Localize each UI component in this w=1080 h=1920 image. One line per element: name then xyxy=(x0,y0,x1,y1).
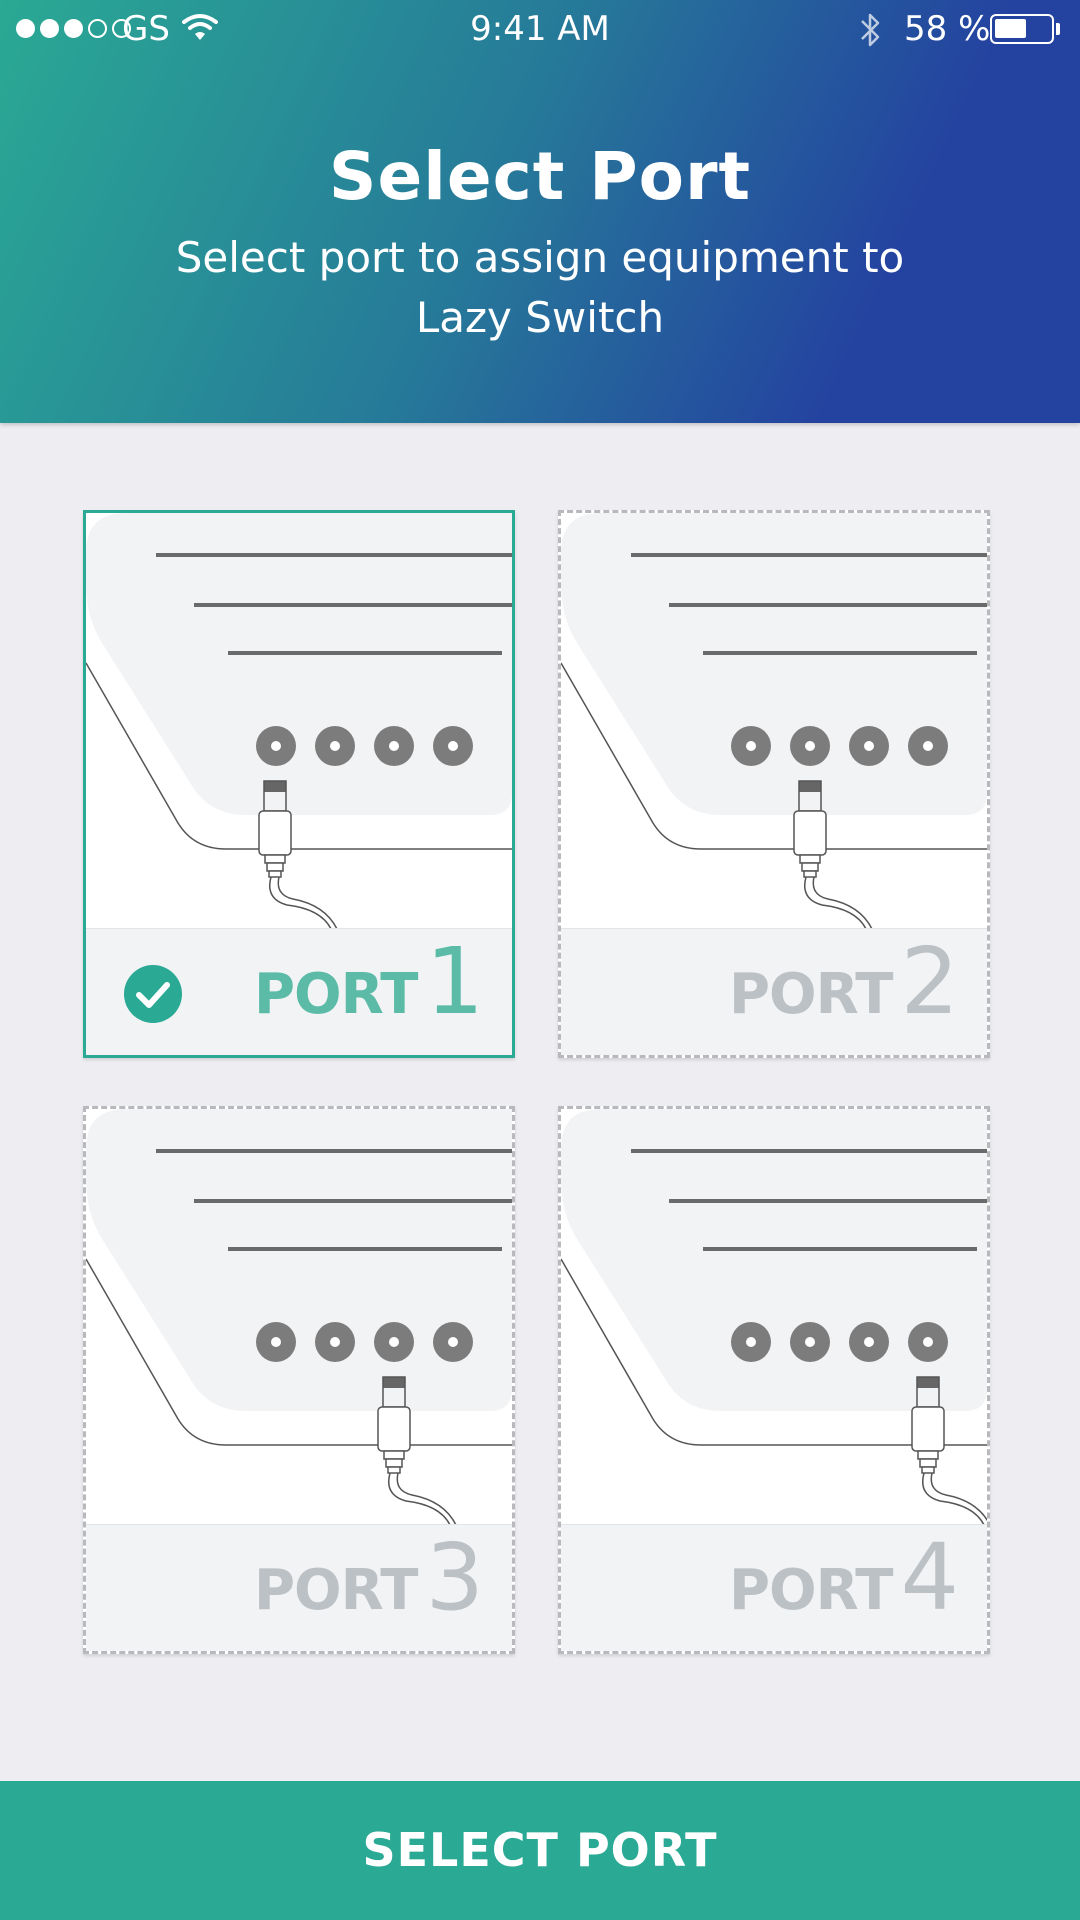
switch-illustration xyxy=(561,1109,987,1525)
port-number: 1 xyxy=(425,928,484,1035)
battery-percentage: 58 % xyxy=(904,9,991,49)
port-footer: PORT1 xyxy=(86,928,512,1055)
check-circle-icon xyxy=(124,965,182,1023)
switch-illustration xyxy=(561,513,987,929)
switch-illustration xyxy=(86,1109,512,1525)
port-footer: PORT3 xyxy=(86,1524,512,1651)
port-label: PORT2 xyxy=(729,928,959,1035)
port-footer: PORT4 xyxy=(561,1524,987,1651)
status-bar: GS 9:41 AM 58 % xyxy=(0,0,1080,60)
port-footer: PORT2 xyxy=(561,928,987,1055)
switch-illustration xyxy=(86,513,512,929)
battery-icon xyxy=(990,14,1054,44)
port-word: PORT xyxy=(729,962,893,1027)
page-subtitle: Select port to assign equipment to Lazy … xyxy=(175,233,905,342)
port-card-2[interactable]: PORT2 xyxy=(558,510,990,1058)
port-label: PORT3 xyxy=(254,1524,484,1631)
port-number: 2 xyxy=(900,928,959,1035)
port-label: PORT4 xyxy=(729,1524,959,1631)
port-word: PORT xyxy=(254,962,418,1027)
select-port-button[interactable]: SELECT PORT xyxy=(0,1781,1080,1920)
port-card-3[interactable]: PORT3 xyxy=(83,1106,515,1654)
port-card-1[interactable]: PORT1 xyxy=(83,510,515,1058)
port-word: PORT xyxy=(729,1558,893,1623)
port-number: 3 xyxy=(425,1524,484,1631)
battery-tip xyxy=(1056,23,1060,35)
port-card-4[interactable]: PORT4 xyxy=(558,1106,990,1654)
port-word: PORT xyxy=(254,1558,418,1623)
header: GS 9:41 AM 58 % Select Port Select port … xyxy=(0,0,1080,423)
bluetooth-icon xyxy=(861,13,880,47)
page-title: Select Port xyxy=(328,138,752,215)
port-label: PORT1 xyxy=(254,928,484,1035)
port-number: 4 xyxy=(900,1524,959,1631)
